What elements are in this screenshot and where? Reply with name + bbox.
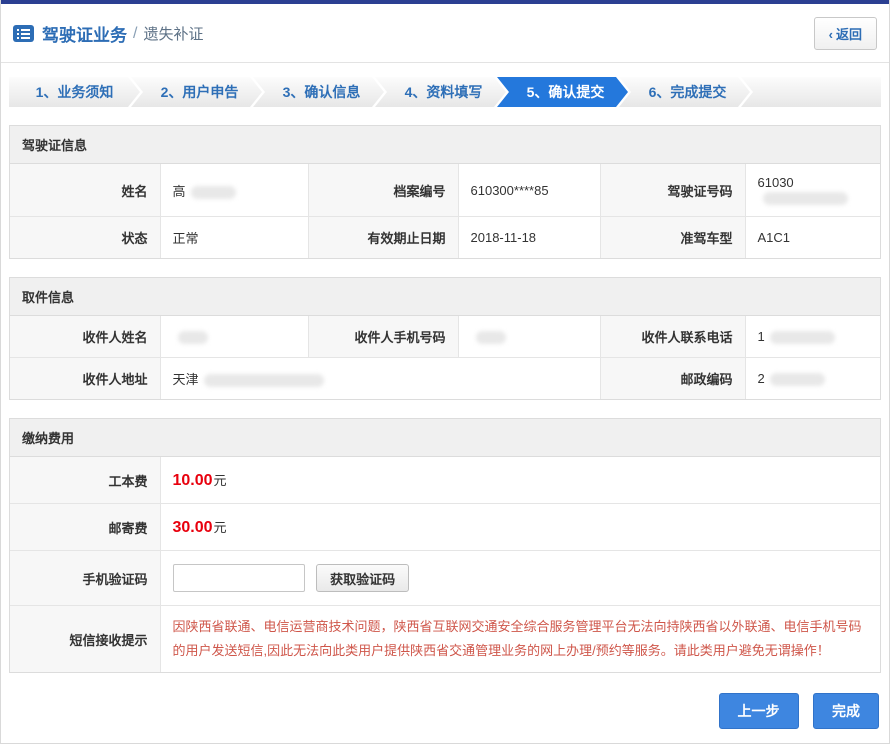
recipient-name-label: 收件人姓名 — [10, 316, 160, 358]
recipient-address-label: 收件人地址 — [10, 358, 160, 400]
payment-table: 工本费 10.00元 邮寄费 30.00元 手机验证码 获取验证码 短信接收提示… — [10, 457, 880, 672]
vehicle-class-label: 准驾车型 — [600, 217, 745, 259]
sms-code-cell: 获取验证码 — [160, 551, 880, 606]
name-value: 高 — [160, 164, 308, 217]
breadcrumb-current: 遗失补证 — [143, 23, 203, 44]
file-number-value: 610300****85 — [458, 164, 600, 217]
redacted-value — [763, 192, 848, 205]
fee-unit: 元 — [214, 473, 227, 488]
step-1-business-notice: 1、业务须知 — [9, 77, 140, 107]
finish-button[interactable]: 完成 — [813, 693, 879, 729]
footer-actions: 上一步 完成 — [1, 693, 879, 729]
back-button[interactable]: ‹返回 — [814, 17, 877, 50]
mailing-fee-value: 30.00元 — [160, 504, 880, 551]
back-button-label: 返回 — [836, 27, 862, 42]
table-row: 状态 正常 有效期止日期 2018-11-18 准驾车型 A1C1 — [10, 217, 880, 259]
pickup-info-section: 取件信息 收件人姓名 收件人手机号码 收件人联系电话 1 收件人地址 天津 邮政… — [9, 277, 881, 400]
payment-section: 缴纳费用 工本费 10.00元 邮寄费 30.00元 手机验证码 获取验证码 短… — [9, 418, 881, 673]
table-row: 短信接收提示 因陕西省联通、电信运营商技术问题，陕西省互联网交通安全综合服务管理… — [10, 606, 880, 673]
step-3-confirm-info: 3、确认信息 — [253, 77, 384, 107]
page: 驾驶证业务 / 遗失补证 ‹返回 1、业务须知 2、用户申告 3、确认信息 4、… — [0, 0, 890, 744]
back-chevron-icon: ‹ — [829, 27, 833, 42]
recipient-mobile-label: 收件人手机号码 — [308, 316, 458, 358]
sms-notice-cell: 因陕西省联通、电信运营商技术问题，陕西省互联网交通安全综合服务管理平台无法向持陕… — [160, 606, 880, 673]
fee-amount: 30.00 — [173, 519, 213, 536]
table-row: 收件人地址 天津 邮政编码 2 — [10, 358, 880, 400]
recipient-phone-label: 收件人联系电话 — [600, 316, 745, 358]
license-info-section: 驾驶证信息 姓名 高 档案编号 610300****85 驾驶证号码 61030… — [9, 125, 881, 259]
step-wizard: 1、业务须知 2、用户申告 3、确认信息 4、资料填写 5、确认提交 6、完成提… — [9, 77, 881, 107]
status-label: 状态 — [10, 217, 160, 259]
recipient-name-value — [160, 316, 308, 358]
expiry-date-value: 2018-11-18 — [458, 217, 600, 259]
redacted-value — [204, 374, 324, 387]
redacted-value — [476, 331, 506, 344]
step-bar-filler — [741, 77, 881, 107]
license-number-label: 驾驶证号码 — [600, 164, 745, 217]
fee-amount: 10.00 — [173, 472, 213, 489]
get-sms-code-button[interactable]: 获取验证码 — [316, 564, 409, 592]
pickup-info-table: 收件人姓名 收件人手机号码 收件人联系电话 1 收件人地址 天津 邮政编码 2 — [10, 316, 880, 399]
redacted-value — [178, 331, 208, 344]
status-value: 正常 — [160, 217, 308, 259]
step-5-confirm-submit: 5、确认提交 — [497, 77, 628, 107]
table-row: 收件人姓名 收件人手机号码 收件人联系电话 1 — [10, 316, 880, 358]
sms-notice-text: 因陕西省联通、电信运营商技术问题，陕西省互联网交通安全综合服务管理平台无法向持陕… — [173, 619, 862, 658]
sms-notice-label: 短信接收提示 — [10, 606, 160, 673]
production-fee-label: 工本费 — [10, 457, 160, 504]
postal-code-label: 邮政编码 — [600, 358, 745, 400]
postal-code-value: 2 — [745, 358, 880, 400]
production-fee-value: 10.00元 — [160, 457, 880, 504]
expiry-date-label: 有效期止日期 — [308, 217, 458, 259]
recipient-mobile-value — [458, 316, 600, 358]
breadcrumb-separator: / — [133, 25, 137, 43]
step-6-complete-submit: 6、完成提交 — [619, 77, 750, 107]
redacted-value — [191, 186, 236, 199]
previous-step-button[interactable]: 上一步 — [719, 693, 799, 729]
table-row: 姓名 高 档案编号 610300****85 驾驶证号码 61030 — [10, 164, 880, 217]
name-label: 姓名 — [10, 164, 160, 217]
recipient-phone-value: 1 — [745, 316, 880, 358]
redacted-value — [770, 331, 835, 344]
license-number-value: 61030 — [745, 164, 880, 217]
sms-code-input[interactable] — [173, 564, 305, 592]
list-icon — [13, 25, 34, 42]
page-title: 驾驶证业务 — [42, 21, 127, 46]
vehicle-class-value: A1C1 — [745, 217, 880, 259]
header: 驾驶证业务 / 遗失补证 ‹返回 — [1, 4, 889, 63]
step-2-user-declaration: 2、用户申告 — [131, 77, 262, 107]
payment-section-title: 缴纳费用 — [10, 419, 880, 457]
table-row: 工本费 10.00元 — [10, 457, 880, 504]
table-row: 手机验证码 获取验证码 — [10, 551, 880, 606]
pickup-section-title: 取件信息 — [10, 278, 880, 316]
table-row: 邮寄费 30.00元 — [10, 504, 880, 551]
mailing-fee-label: 邮寄费 — [10, 504, 160, 551]
sms-code-label: 手机验证码 — [10, 551, 160, 606]
recipient-address-value: 天津 — [160, 358, 600, 400]
fee-unit: 元 — [214, 520, 227, 535]
license-info-table: 姓名 高 档案编号 610300****85 驾驶证号码 61030 状态 正常… — [10, 164, 880, 258]
redacted-value — [770, 373, 825, 386]
step-4-fill-info: 4、资料填写 — [375, 77, 506, 107]
file-number-label: 档案编号 — [308, 164, 458, 217]
license-section-title: 驾驶证信息 — [10, 126, 880, 164]
